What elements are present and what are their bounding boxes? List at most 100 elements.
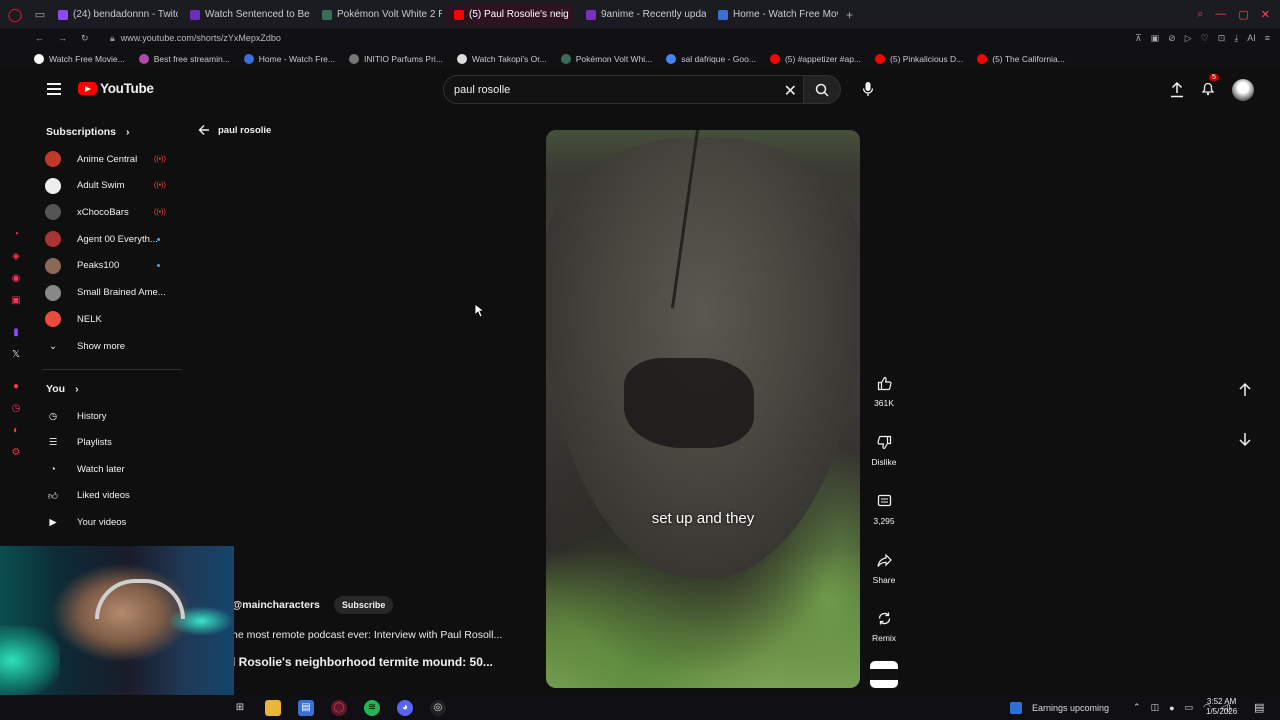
you-item[interactable]: ◷ History	[45, 403, 185, 429]
subscriptions-heading[interactable]: Subscriptions ›	[46, 126, 130, 138]
obs-icon[interactable]: ◎	[430, 699, 446, 716]
playlist-title[interactable]: he most remote podcast ever: Interview w…	[232, 629, 502, 641]
news-widget-label[interactable]: Earnings upcoming	[1032, 703, 1109, 713]
pin-icon[interactable]: ⊼	[1135, 33, 1142, 44]
subscription-item[interactable]: xChocoBars ((•))	[45, 199, 185, 225]
you-item[interactable]: 👍︎ Liked videos	[45, 483, 185, 509]
browser-tab[interactable]: (5) Paul Rosolie's neig	[446, 3, 574, 26]
sidebar-mail-icon[interactable]: ▣	[10, 295, 22, 307]
file-explorer-icon[interactable]	[265, 699, 281, 716]
sidebar-crypto-icon[interactable]: ◈	[10, 251, 22, 263]
spotify-icon[interactable]: ≋	[364, 699, 380, 716]
menu-icon[interactable]: ≡	[1265, 33, 1270, 44]
voice-search-button[interactable]	[854, 75, 882, 103]
comments-button[interactable]: 3,295	[866, 494, 902, 526]
you-item[interactable]: ☰ Playlists	[45, 430, 185, 456]
subscription-item[interactable]: Agent 00 Everyth...	[45, 226, 185, 252]
tray-mic-icon[interactable]: ●	[1169, 703, 1174, 713]
back-to-search-link[interactable]: paul rosolie	[198, 124, 271, 136]
store-icon[interactable]: ▤	[298, 699, 314, 716]
browser-tab[interactable]: Home - Watch Free Movie	[710, 4, 838, 26]
show-more-button[interactable]: ⌄ Show more	[45, 333, 185, 359]
minimize-button[interactable]: —	[1215, 8, 1226, 21]
share-button[interactable]: Share	[866, 553, 902, 585]
news-widget-icon[interactable]	[1010, 701, 1022, 714]
channel-handle[interactable]: @maincharacters	[232, 599, 320, 611]
short-title[interactable]: l Rosolie's neighborhood termite mound: …	[232, 655, 493, 669]
reload-icon[interactable]: ↻	[81, 33, 89, 44]
subscription-item[interactable]: Peaks100	[45, 253, 185, 279]
sidebar-twitch-icon[interactable]: ▮	[10, 327, 22, 339]
maximize-button[interactable]: ▢	[1238, 8, 1248, 21]
browser-tab[interactable]: Watch Sentenced to Be a	[182, 4, 310, 26]
search-tabs-icon[interactable]: ⌕	[1197, 8, 1203, 21]
forward-icon[interactable]: →	[58, 33, 67, 44]
task-view-icon[interactable]: ⊞	[232, 700, 248, 716]
browser-tab[interactable]: Pokémon Volt White 2 Re	[314, 4, 442, 26]
back-icon[interactable]: ←	[35, 33, 44, 44]
bookmark-item[interactable]: (5) #appetizer #ap...	[769, 54, 861, 64]
close-window-button[interactable]: ✕	[1261, 8, 1270, 21]
guide-menu-icon[interactable]	[47, 83, 61, 95]
search-button[interactable]	[803, 75, 841, 104]
search-input[interactable]: paul rosolle ✕	[443, 75, 803, 104]
sidebar-history-icon[interactable]: ◷	[10, 403, 22, 415]
sidebar-x-icon[interactable]: 𝕏	[10, 349, 22, 361]
sidebar-music-icon[interactable]: ●	[10, 381, 22, 393]
next-short-button[interactable]	[1236, 430, 1254, 453]
dislike-button[interactable]: Dislike	[866, 435, 902, 467]
subscription-item[interactable]: Anime Central ((•))	[45, 146, 185, 172]
audio-thumbnail[interactable]	[870, 661, 898, 688]
snapshot-icon[interactable]: ▣	[1151, 33, 1160, 44]
player-icon[interactable]: ▷	[1185, 33, 1192, 44]
bookmark-item[interactable]: Best free streamin...	[138, 54, 230, 64]
clear-search-icon[interactable]: ✕	[784, 81, 797, 101]
wallet-icon[interactable]: ⊡	[1218, 33, 1226, 44]
url-field[interactable]: www.youtube.com/shorts/zYxMepxZdbo	[121, 33, 281, 43]
browser-tab[interactable]: (24) bendadonnn - Twitch	[50, 4, 178, 26]
tray-network-icon[interactable]: ▭	[1185, 702, 1194, 713]
account-avatar[interactable]	[1232, 79, 1254, 101]
subscription-item[interactable]: Small Brained Ame...	[45, 280, 185, 306]
sidebar-messenger-icon[interactable]: ◉	[10, 273, 22, 285]
system-clock[interactable]: 3:52 AM 1/5/2026	[1206, 697, 1237, 717]
sidebar-aria-icon[interactable]: ◔	[10, 229, 22, 241]
bookmark-item[interactable]: (5) Pinkalicious D...	[875, 54, 963, 64]
bookmark-item[interactable]: INITIO Parfums Pri...	[349, 54, 443, 64]
sidebar-pinboard-icon[interactable]: ◐	[10, 425, 22, 437]
you-item[interactable]: ◔ Watch later	[45, 456, 185, 482]
bookmark-item[interactable]: Home - Watch Fre...	[243, 54, 335, 64]
subscription-item[interactable]: Adult Swim ((•))	[45, 173, 185, 199]
bookmark-item[interactable]: sal dafrique - Goo...	[666, 54, 756, 64]
heart-icon[interactable]: ♡	[1201, 33, 1209, 44]
tab-overview-icon[interactable]: ▭	[30, 8, 50, 21]
subscribe-button[interactable]: Subscribe	[333, 596, 394, 614]
you-item[interactable]: ▶ Your videos	[45, 509, 185, 535]
you-heading[interactable]: You ›	[46, 383, 79, 395]
notification-center-icon[interactable]: ▤	[1254, 701, 1264, 714]
sidebar-settings-icon[interactable]: ⚙	[10, 447, 22, 459]
discord-icon[interactable]: ◕	[397, 699, 413, 716]
new-tab-button[interactable]: +	[838, 4, 861, 26]
browser-tab[interactable]: 9anime - Recently update	[578, 4, 706, 26]
download-icon[interactable]: ⤓	[1234, 33, 1238, 44]
bookmark-item[interactable]: Watch Takopi's Or...	[456, 54, 547, 64]
bookmark-item[interactable]: (5) The California...	[977, 54, 1065, 64]
previous-short-button[interactable]	[1236, 381, 1254, 404]
tray-chevron-icon[interactable]: ⌃	[1133, 702, 1141, 713]
remix-button[interactable]: Remix	[866, 611, 902, 643]
opera-taskbar-icon[interactable]: ◯	[331, 699, 347, 716]
short-video-player[interactable]: set up and they	[546, 130, 860, 688]
ai-icon[interactable]: AI	[1247, 33, 1256, 44]
opera-menu-icon[interactable]: ◯	[0, 0, 30, 29]
adblock-icon[interactable]: ⊘	[1168, 33, 1176, 44]
upload-icon[interactable]	[1170, 82, 1184, 98]
bookmark-item[interactable]: Watch Free Movie...	[34, 54, 125, 64]
notifications-button[interactable]: 5	[1200, 73, 1219, 101]
bookmark-item[interactable]: Pokémon Volt Whi...	[560, 54, 652, 64]
like-button[interactable]: 361K	[866, 376, 902, 408]
tray-app-icon[interactable]: ◫	[1151, 702, 1160, 713]
subscription-item[interactable]: NELK	[45, 306, 185, 332]
clock-date: 1/5/2026	[1206, 707, 1238, 716]
youtube-logo[interactable]: YouTube	[78, 81, 154, 96]
